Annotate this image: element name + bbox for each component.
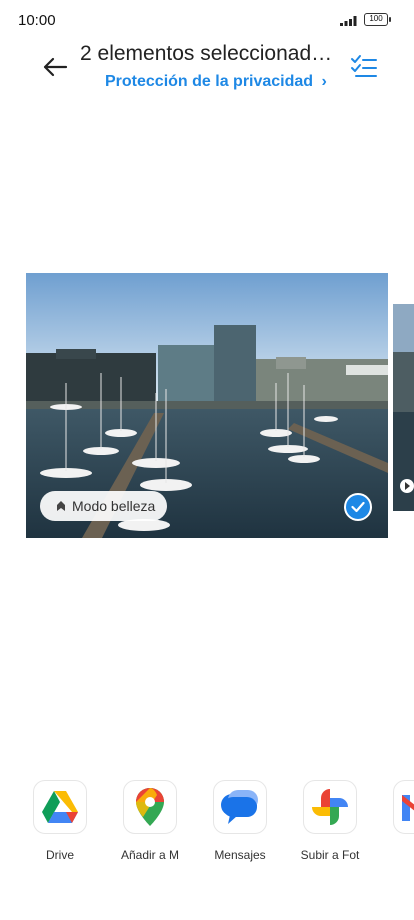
chevron-right-icon: › bbox=[321, 73, 327, 90]
page-title: 2 elementos seleccionad… bbox=[80, 42, 333, 65]
google-photos-icon bbox=[303, 780, 357, 834]
signal-icon bbox=[340, 16, 357, 26]
arrow-left-icon bbox=[43, 57, 68, 77]
header: 2 elementos seleccionad… Protección de l… bbox=[0, 40, 414, 100]
share-target-messages[interactable]: Mensajes bbox=[195, 778, 285, 862]
battery-level: 100 bbox=[369, 14, 383, 23]
share-target-gmail[interactable]: G bbox=[375, 778, 414, 862]
selected-checkmark[interactable] bbox=[344, 493, 372, 521]
battery-icon: 100 bbox=[364, 13, 391, 26]
beauty-mode-badge: Modo belleza bbox=[40, 491, 168, 521]
google-drive-icon bbox=[33, 780, 87, 834]
beauty-mode-icon bbox=[57, 501, 65, 511]
google-maps-icon bbox=[123, 780, 177, 834]
gmail-icon bbox=[393, 780, 414, 834]
next-photo-image bbox=[393, 304, 414, 511]
messages-icon bbox=[213, 780, 267, 834]
next-photo-preview[interactable] bbox=[393, 304, 414, 511]
share-target-label: Mensajes bbox=[214, 848, 266, 862]
share-target-label: Subir a Fot bbox=[300, 848, 360, 862]
back-button[interactable] bbox=[38, 52, 72, 82]
share-target-label: G bbox=[375, 848, 414, 862]
status-bar: 10:00 100 bbox=[0, 0, 414, 40]
share-target-photos[interactable]: Subir a Fot bbox=[285, 778, 375, 862]
share-target-maps[interactable]: Añadir a M bbox=[105, 778, 195, 862]
photo-carousel[interactable]: Modo belleza bbox=[0, 273, 414, 539]
share-target-label: Drive bbox=[45, 848, 74, 862]
privacy-protection-link[interactable]: Protección de la privacidad › bbox=[105, 73, 327, 91]
status-time: 10:00 bbox=[18, 12, 56, 29]
beauty-mode-label: Modo belleza bbox=[72, 498, 156, 514]
check-icon bbox=[351, 501, 365, 513]
share-target-drive[interactable]: Drive bbox=[15, 778, 105, 862]
share-targets-row: Drive Añadir a M Mensajes Subir a Fot bbox=[0, 778, 414, 868]
share-target-label: Añadir a M bbox=[120, 848, 180, 862]
selected-photo[interactable]: Modo belleza bbox=[26, 273, 388, 538]
privacy-protection-label: Protección de la privacidad bbox=[105, 73, 314, 90]
select-all-icon[interactable] bbox=[350, 54, 378, 80]
